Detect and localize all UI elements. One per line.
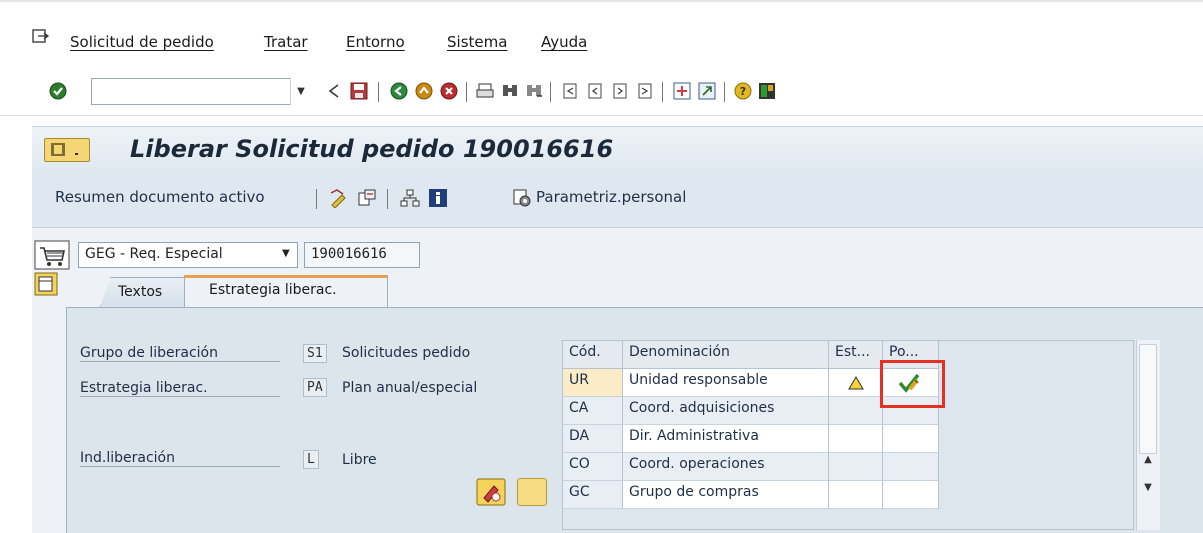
- table-row-name[interactable]: Coord. adquisiciones: [623, 397, 829, 425]
- table-header-cod[interactable]: Cód.: [563, 341, 623, 369]
- parametriz-personal-button[interactable]: Parametriz.personal: [536, 188, 686, 206]
- find-icon[interactable]: [500, 80, 520, 102]
- cancel-release-icon[interactable]: [476, 478, 506, 510]
- table-row-code[interactable]: UR: [563, 369, 623, 397]
- next-page-icon[interactable]: [610, 80, 630, 102]
- enter-check-icon[interactable]: [48, 80, 68, 102]
- table-row-action[interactable]: [883, 453, 939, 481]
- save-icon[interactable]: [349, 80, 369, 102]
- menu-ayuda[interactable]: Ayuda: [541, 33, 587, 51]
- info-icon[interactable]: [428, 188, 448, 212]
- tab-textos-label: Textos: [118, 284, 163, 300]
- estrategia-liberac-value: Plan anual/especial: [342, 380, 478, 396]
- standard-toolbar: ▼ ?: [0, 70, 1203, 116]
- find-next-icon[interactable]: [524, 80, 544, 102]
- display-change-icon[interactable]: [329, 188, 349, 212]
- warning-triangle-icon: [848, 376, 864, 390]
- command-dropdown-icon[interactable]: ▼: [290, 78, 311, 105]
- last-page-icon[interactable]: [635, 80, 655, 102]
- blank-button[interactable]: [517, 478, 547, 506]
- page-title: Liberar Solicitud pedido 190016616: [130, 135, 614, 163]
- table-row-name[interactable]: Coord. operaciones: [623, 453, 829, 481]
- table-row-code[interactable]: CA: [563, 397, 623, 425]
- scroll-down-icon[interactable]: ▼: [1138, 473, 1158, 501]
- resumen-documento-button[interactable]: Resumen documento activo: [55, 188, 265, 206]
- document-type-select[interactable]: GEG - Req. Especial: [78, 242, 298, 268]
- grupo-liberacion-value: Solicitudes pedido: [342, 345, 471, 361]
- back-icon[interactable]: [324, 80, 344, 102]
- scrollbar-thumb[interactable]: [1139, 344, 1157, 454]
- table-row-code[interactable]: CO: [563, 453, 623, 481]
- command-field[interactable]: [91, 78, 311, 105]
- menu-tratar[interactable]: Tratar: [264, 33, 308, 51]
- exit-icon[interactable]: [389, 80, 409, 102]
- prev-page-icon[interactable]: [585, 80, 605, 102]
- menu-bar: Solicitud de pedido Tratar Entorno Siste…: [0, 0, 1203, 70]
- title-bar: Liberar Solicitud pedido 190016616: [32, 126, 1203, 172]
- shopping-cart-icon[interactable]: [34, 240, 70, 274]
- table-row-status: [829, 369, 883, 397]
- print-icon[interactable]: [475, 80, 495, 102]
- help-icon[interactable]: ?: [733, 80, 753, 102]
- table-header-estado[interactable]: Est...: [829, 341, 883, 369]
- menu-sistema[interactable]: Sistema: [447, 33, 507, 51]
- new-session-icon[interactable]: [672, 80, 692, 102]
- other-document-icon[interactable]: [357, 188, 377, 212]
- document-number-field[interactable]: 190016616: [304, 242, 420, 268]
- menu-toggle-icon[interactable]: [32, 29, 50, 45]
- table-row-action[interactable]: [883, 481, 939, 509]
- header-toggle-icon[interactable]: [34, 272, 58, 300]
- table-row-name[interactable]: Dir. Administrativa: [623, 425, 829, 453]
- table-row-code[interactable]: DA: [563, 425, 623, 453]
- table-row-name[interactable]: Unidad responsable: [623, 369, 829, 397]
- svg-text:?: ?: [740, 85, 746, 98]
- table-row-code[interactable]: GC: [563, 481, 623, 509]
- menu-solicitud-de-pedido[interactable]: Solicitud de pedido: [70, 33, 214, 51]
- ind-liberacion-value: Libre: [342, 452, 377, 468]
- tab-estrategia-liberac[interactable]: Estrategia liberac.: [184, 275, 388, 308]
- menu-entorno[interactable]: Entorno: [346, 33, 405, 51]
- hierarchy-icon[interactable]: [400, 188, 420, 212]
- table-row-action[interactable]: [883, 425, 939, 453]
- table-row-status: [829, 397, 883, 425]
- table-row-status: [829, 481, 883, 509]
- up-icon[interactable]: [414, 80, 434, 102]
- table-row-status: [829, 425, 883, 453]
- estrategia-liberac-code: PA: [303, 378, 327, 397]
- application-toolbar: Resumen documento activo Parametriz.pers…: [32, 172, 1203, 228]
- personal-settings-icon[interactable]: [512, 188, 532, 212]
- release-codes-table: Cód. Denominación Est... Po... UR Unidad…: [562, 340, 1134, 530]
- highlight-annotation: [880, 360, 945, 408]
- scroll-up-icon[interactable]: ▲: [1138, 445, 1158, 473]
- cancel-icon[interactable]: [439, 80, 459, 102]
- ind-liberacion-code: L: [303, 450, 319, 469]
- estrategia-liberac-label: Estrategia liberac.: [80, 380, 280, 397]
- tab-estrategia-label: Estrategia liberac.: [209, 282, 337, 298]
- table-header-denominacion[interactable]: Denominación: [623, 341, 829, 369]
- tab-textos[interactable]: Textos: [100, 277, 186, 307]
- ind-liberacion-label: Ind.liberación: [80, 450, 280, 467]
- grupo-liberacion-label: Grupo de liberación: [80, 345, 280, 362]
- layout-icon[interactable]: [757, 80, 777, 102]
- gui-options-button[interactable]: [44, 138, 90, 162]
- shortcut-icon[interactable]: [697, 80, 717, 102]
- grupo-liberacion-code: S1: [303, 344, 327, 363]
- document-type-dropdown-icon[interactable]: ▼: [282, 248, 290, 259]
- table-row-status: [829, 453, 883, 481]
- first-page-icon[interactable]: [560, 80, 580, 102]
- table-row-name[interactable]: Grupo de compras: [623, 481, 829, 509]
